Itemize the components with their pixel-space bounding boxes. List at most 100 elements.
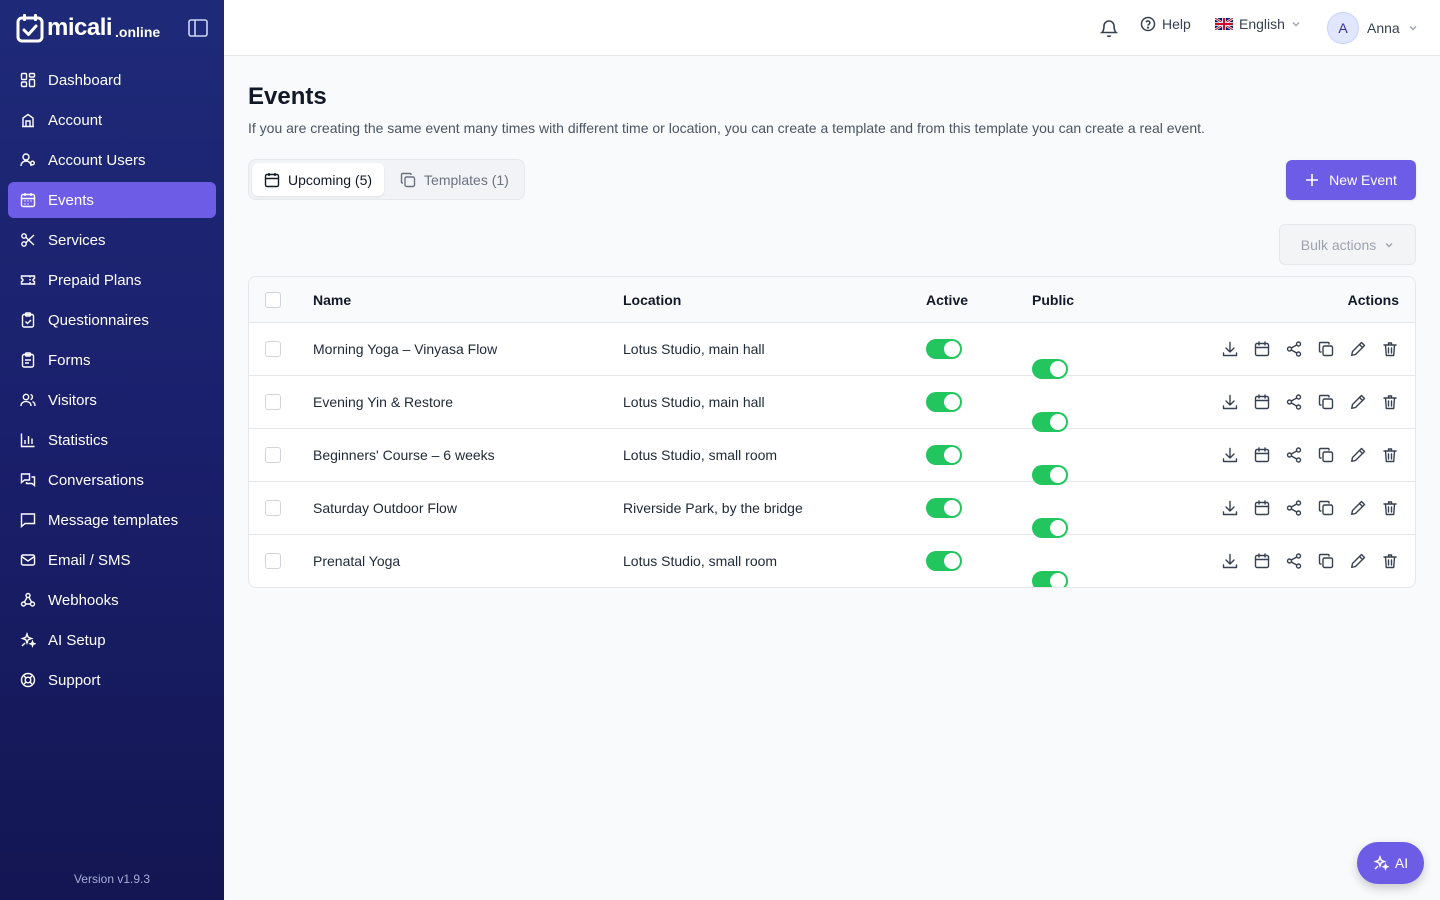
copy-icon[interactable] [1317,552,1335,570]
copy-icon[interactable] [1317,446,1335,464]
download-icon[interactable] [1221,499,1239,517]
ai-button-label: AI [1394,855,1409,871]
language-select[interactable]: English [1215,16,1301,32]
table-row[interactable]: Prenatal Yoga Lotus Studio, small room [249,535,1415,587]
download-icon[interactable] [1221,446,1239,464]
sidebar-item-conversations[interactable]: Conversations [8,462,216,498]
calendar-icon[interactable] [1253,340,1271,358]
lifebuoy-icon [20,672,36,688]
help-label: Help [1162,16,1191,32]
event-name[interactable]: Morning Yoga – Vinyasa Flow [313,341,497,357]
sidebar-item-events[interactable]: Events [8,182,216,218]
share-icon[interactable] [1285,393,1303,411]
bell-icon[interactable] [1100,18,1118,38]
event-name[interactable]: Prenatal Yoga [313,553,400,569]
active-toggle[interactable] [926,445,962,465]
edit-icon[interactable] [1349,446,1367,464]
user-menu[interactable]: A Anna [1327,12,1418,44]
active-toggle[interactable] [926,339,962,359]
download-icon[interactable] [1221,393,1239,411]
row-checkbox[interactable] [265,394,281,410]
bulk-actions-button[interactable]: Bulk actions [1279,224,1416,265]
trash-icon[interactable] [1381,446,1399,464]
sidebar-item-services[interactable]: Services [8,222,216,258]
row-checkbox[interactable] [265,500,281,516]
clipboard-icon [21,312,35,328]
sidebar-item-statistics[interactable]: Statistics [8,422,216,458]
tab-templates[interactable]: Templates (1) [388,163,521,196]
active-toggle[interactable] [926,498,962,518]
table-body: Morning Yoga – Vinyasa Flow Lotus Studio,… [249,323,1415,587]
column-header-name[interactable]: Name [313,292,351,308]
sidebar-item-webhooks[interactable]: Webhooks [8,582,216,618]
page-description: If you are creating the same event many … [248,120,1205,136]
column-header-public[interactable]: Public [1032,292,1074,308]
logo-calendar-icon [16,14,44,43]
mail-icon [20,554,36,566]
table-row[interactable]: Saturday Outdoor Flow Riverside Park, by … [249,482,1415,538]
calendar-icon[interactable] [1253,499,1271,517]
sidebar-item-visitors[interactable]: Visitors [8,382,216,418]
sidebar-toggle-icon[interactable] [188,19,208,37]
public-toggle[interactable] [1032,571,1068,587]
copy-icon[interactable] [1317,340,1335,358]
sidebar-item-message-templates[interactable]: Message templates [8,502,216,538]
edit-icon[interactable] [1349,552,1367,570]
sidebar-item-account-users[interactable]: Account Users [8,142,216,178]
share-icon[interactable] [1285,446,1303,464]
table-row[interactable]: Beginners' Course – 6 weeks Lotus Studio,… [249,429,1415,485]
sidebar-item-email-sms[interactable]: Email / SMS [8,542,216,578]
sidebar-item-dashboard[interactable]: Dashboard [8,62,216,98]
column-header-active[interactable]: Active [926,292,968,308]
active-toggle[interactable] [926,392,962,412]
sidebar-item-support[interactable]: Support [8,662,216,698]
share-icon[interactable] [1285,499,1303,517]
trash-icon[interactable] [1381,499,1399,517]
column-header-actions: Actions [1347,291,1399,308]
calendar-icon[interactable] [1253,446,1271,464]
sidebar-item-label: Questionnaires [48,311,149,329]
trash-icon[interactable] [1381,393,1399,411]
sidebar-item-label: Account [48,111,103,129]
tab-upcoming[interactable]: Upcoming (5) [252,163,385,196]
edit-icon[interactable] [1349,393,1367,411]
active-toggle[interactable] [926,551,962,571]
row-checkbox[interactable] [265,553,281,569]
trash-icon[interactable] [1381,552,1399,570]
event-name[interactable]: Beginners' Course – 6 weeks [313,447,495,463]
event-name[interactable]: Evening Yin & Restore [313,394,453,410]
event-name[interactable]: Saturday Outdoor Flow [313,500,457,516]
edit-icon[interactable] [1349,499,1367,517]
sidebar-item-forms[interactable]: Forms [8,342,216,378]
help-circle-icon [1140,16,1156,32]
sidebar-item-account[interactable]: Account [8,102,216,138]
sidebar-item-questionnaires[interactable]: Questionnaires [8,302,216,338]
trash-icon[interactable] [1381,340,1399,358]
download-icon[interactable] [1221,552,1239,570]
sidebar-item-ai-setup[interactable]: AI Setup [8,622,216,658]
logo[interactable]: micali .online [16,13,160,43]
download-icon[interactable] [1221,340,1239,358]
visitors-icon [20,393,36,407]
copy-icon[interactable] [1317,499,1335,517]
row-checkbox[interactable] [265,341,281,357]
calendar-icon[interactable] [1253,552,1271,570]
calendar-icon[interactable] [1253,393,1271,411]
copy-icon[interactable] [1317,393,1335,411]
logo-suffix: .online [115,24,161,40]
calendar-icon [20,193,36,208]
page-title: Events [248,83,327,110]
help-link[interactable]: Help [1140,16,1191,32]
new-event-button[interactable]: New Event [1286,160,1416,200]
table-row[interactable]: Evening Yin & Restore Lotus Studio, main … [249,376,1415,432]
share-icon[interactable] [1285,340,1303,358]
plus-icon [1306,174,1319,186]
share-icon[interactable] [1285,552,1303,570]
edit-icon[interactable] [1349,340,1367,358]
ai-assistant-button[interactable]: AI [1357,842,1424,884]
column-header-location[interactable]: Location [623,292,681,308]
row-checkbox[interactable] [265,447,281,463]
sidebar-item-prepaid-plans[interactable]: Prepaid Plans [8,262,216,298]
select-all-checkbox[interactable] [265,291,281,308]
table-row[interactable]: Morning Yoga – Vinyasa Flow Lotus Studio,… [249,323,1415,379]
